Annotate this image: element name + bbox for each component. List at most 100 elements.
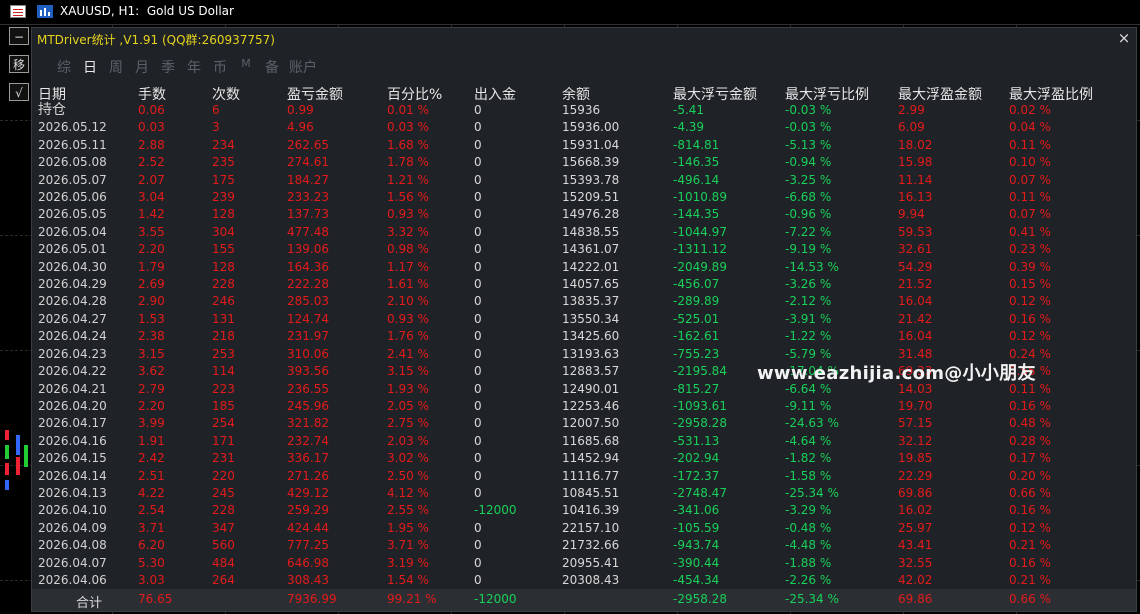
- cell-max-float-loss-pct: -0.48 %: [785, 520, 832, 535]
- cell-date: 持仓: [38, 102, 66, 118]
- cell-balance: 10416.39: [562, 503, 620, 518]
- table-row: 2026.05.07 2.07 175 184.27 1.21 % 0 15393.78 -4…: [38, 172, 1099, 189]
- minimize-panel-button[interactable]: −: [9, 27, 29, 45]
- cell-lots: 1.91: [138, 433, 165, 448]
- cell-max-float-loss-pct: -6.68 %: [785, 190, 832, 205]
- table-row: 2026.05.04 3.55 304 477.48 3.32 % 0 14838.55 -1…: [38, 224, 1099, 241]
- cell-date: 2026.04.15: [38, 451, 107, 466]
- cell-max-float-loss: -341.06: [673, 503, 720, 518]
- cell-deposit: 0: [474, 538, 482, 553]
- cell-lots: 2.52: [138, 155, 165, 170]
- cell-percent: 1.61 %: [387, 277, 429, 292]
- window-title-bar[interactable]: XAUUSD, H1: Gold US Dollar: [0, 0, 1140, 25]
- cell-max-float-loss: -289.89: [673, 294, 720, 309]
- cell-max-float-loss: -814.81: [673, 137, 720, 152]
- cell-deposit: -12000: [474, 503, 517, 518]
- cell-max-float-profit-pct: 0.04 %: [1009, 120, 1051, 135]
- cell-date: 2026.04.30: [38, 259, 107, 274]
- tab-notes[interactable]: 备: [259, 57, 285, 77]
- cell-profit: 184.27: [287, 172, 329, 187]
- cell-max-float-loss-pct: -4.64 %: [785, 433, 832, 448]
- cell-percent: 3.15 %: [387, 364, 429, 379]
- tab-account[interactable]: 账户: [285, 57, 321, 77]
- cell-max-float-loss: -390.44: [673, 555, 720, 570]
- cell-balance: 10845.51: [562, 485, 620, 500]
- table-row: 2026.04.07 5.30 484 646.98 3.19 % 0 20955.41 -3…: [38, 555, 1099, 572]
- cell-max-float-profit: 19.85: [898, 451, 933, 466]
- cell-deposit: 0: [474, 572, 482, 587]
- cell-profit: 233.23: [287, 190, 329, 205]
- cell-date: 2026.04.08: [38, 538, 107, 553]
- cell-profit: 646.98: [287, 555, 329, 570]
- cell-lots: 2.88: [138, 137, 165, 152]
- cell-max-float-loss: -1044.97: [673, 224, 727, 239]
- cell-date: 2026.05.11: [38, 137, 107, 152]
- cell-balance: 11685.68: [562, 433, 620, 448]
- cell-max-float-profit: 9.94: [898, 207, 925, 222]
- cell-max-float-profit-pct: 0.21 %: [1009, 538, 1051, 553]
- cell-max-float-loss-pct: -7.22 %: [785, 224, 832, 239]
- cell-max-float-profit: 18.02: [898, 137, 933, 152]
- cell-lots: 5.30: [138, 555, 165, 570]
- table-row: 2026.05.05 1.42 128 137.73 0.93 % 0 14976.28 -1…: [38, 206, 1099, 223]
- cell-max-float-profit-pct: 0.07 %: [1009, 172, 1051, 187]
- cell-date: 2026.04.20: [38, 398, 107, 413]
- cell-max-float-profit: 32.12: [898, 433, 933, 448]
- cell-date: 2026.04.07: [38, 555, 107, 570]
- chart-candle: [5, 445, 9, 459]
- cell-trades: 484: [212, 555, 235, 570]
- cell-deposit: 0: [474, 329, 482, 344]
- cell-max-float-profit: 57.15: [898, 416, 933, 431]
- cell-max-float-loss-pct: -0.03 %: [785, 120, 832, 135]
- cell-balance: 12253.46: [562, 398, 620, 413]
- cell-max-float-profit-pct: 0.16 %: [1009, 503, 1051, 518]
- table-row: 2026.04.30 1.79 128 164.36 1.17 % 0 14222.01 -2…: [38, 259, 1099, 276]
- tab-daily[interactable]: 日: [77, 57, 103, 77]
- close-icon[interactable]: ×: [1116, 30, 1132, 46]
- cell-percent: 1.54 %: [387, 572, 429, 587]
- cell-lots: 3.55: [138, 224, 165, 239]
- cell-max-float-profit-pct: 0.20 %: [1009, 468, 1051, 483]
- tab-monthly[interactable]: 月: [129, 57, 155, 77]
- cell-lots: 2.07: [138, 172, 165, 187]
- cell-max-float-loss-pct: -5.13 %: [785, 137, 832, 152]
- cell-max-float-loss: -202.94: [673, 451, 720, 466]
- cell-trades: 347: [212, 520, 235, 535]
- cell-date: 2026.05.07: [38, 172, 107, 187]
- move-panel-button[interactable]: 移: [9, 55, 29, 73]
- cell-profit: 274.61: [287, 155, 329, 170]
- total-lots: 76.65: [138, 592, 173, 606]
- cell-percent: 2.03 %: [387, 433, 429, 448]
- cell-max-float-profit: 59.53: [898, 224, 933, 239]
- column-header-lots: 手数: [138, 87, 166, 103]
- tab-weekly[interactable]: 周: [103, 57, 129, 77]
- cell-deposit: 0: [474, 364, 482, 379]
- cell-max-float-loss-pct: -9.19 %: [785, 242, 832, 257]
- cell-deposit: 0: [474, 346, 482, 361]
- cell-max-float-profit-pct: 0.48 %: [1009, 416, 1051, 431]
- tab-summary[interactable]: 综: [51, 57, 77, 77]
- cell-trades: 304: [212, 224, 235, 239]
- tab-currency[interactable]: 币: [207, 57, 233, 77]
- cell-lots: 0.03: [138, 120, 165, 135]
- cell-date: 2026.04.28: [38, 294, 107, 309]
- cell-lots: 2.54: [138, 503, 165, 518]
- cell-lots: 1.79: [138, 259, 165, 274]
- confirm-button[interactable]: √: [9, 83, 29, 101]
- cell-trades: 218: [212, 329, 235, 344]
- tab-magic[interactable]: M: [233, 57, 259, 77]
- cell-max-float-profit: 19.70: [898, 398, 933, 413]
- cell-deposit: 0: [474, 242, 482, 257]
- cell-max-float-profit-pct: 0.16 %: [1009, 398, 1051, 413]
- cell-percent: 0.93 %: [387, 311, 429, 326]
- cell-profit: 139.06: [287, 242, 329, 257]
- cell-lots: 3.71: [138, 520, 165, 535]
- table-row: 2026.04.09 3.71 347 424.44 1.95 % 0 22157.10 -1…: [38, 520, 1099, 537]
- cell-percent: 4.12 %: [387, 485, 429, 500]
- table-row: 2026.04.28 2.90 246 285.03 2.10 % 0 13835.37 -2…: [38, 293, 1099, 310]
- tab-quarterly[interactable]: 季: [155, 57, 181, 77]
- cell-max-float-profit: 22.29: [898, 468, 933, 483]
- column-header-max-float-profit-pct: 最大浮盈比例: [1009, 87, 1093, 103]
- tab-yearly[interactable]: 年: [181, 57, 207, 77]
- table-row: 2026.04.27 1.53 131 124.74 0.93 % 0 13550.34 -5…: [38, 311, 1099, 328]
